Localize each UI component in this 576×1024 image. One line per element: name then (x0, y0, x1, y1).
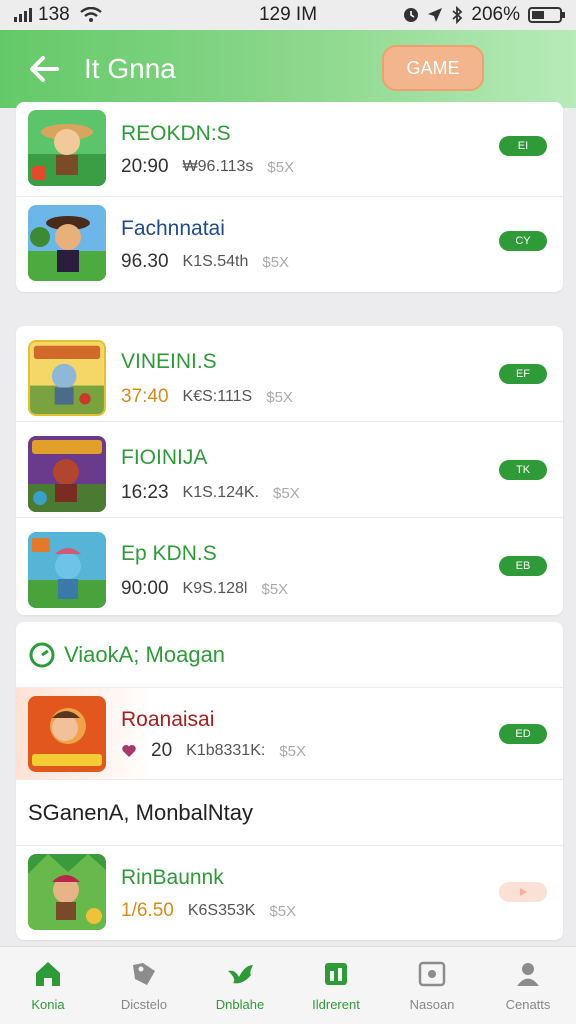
status-badge[interactable]: EB (499, 556, 547, 576)
game-time: 20 (151, 740, 173, 761)
game-price: K9S.128l (182, 580, 248, 597)
game-time: 20:90 (121, 156, 169, 177)
game-thumbnail (28, 854, 106, 930)
back-arrow-icon[interactable] (24, 54, 64, 84)
nav-item-discover[interactable]: Dicstelo (96, 947, 192, 1024)
section-banner: SGanenA, MonbalNtay (16, 780, 563, 846)
nav-item-feed[interactable]: Dnblahe (192, 947, 288, 1024)
game-row[interactable]: REOKDN:S 20:90 ₩96.113s $5X EI (16, 102, 563, 197)
game-row[interactable]: RinBaunnk 1/6.50 K6S353K $5X (16, 846, 563, 940)
clock-circle-icon (29, 642, 55, 667)
nav-label: Nasoan (409, 997, 455, 1012)
section-header: ViaokA; Moagan (16, 622, 563, 688)
nav-item-gallery[interactable]: Nasoan (384, 947, 480, 1024)
nav-item-profile[interactable]: Cenatts (480, 947, 576, 1024)
page-title: It Gnna (84, 53, 176, 84)
game-time: 1/6.50 (121, 900, 174, 921)
carrier-label: 138 (38, 4, 70, 25)
game-time: 96.30 (121, 251, 169, 272)
game-name: REOKDN:S (121, 122, 231, 145)
alarm-icon (404, 8, 419, 22)
nav-item-store[interactable]: Ildrerent (288, 947, 384, 1024)
game-code: $5X (269, 902, 297, 920)
play-badge[interactable] (499, 882, 547, 902)
battery-icon (528, 7, 565, 23)
game-price: ₩96.113s (182, 158, 254, 175)
status-badge[interactable]: CY (499, 231, 547, 251)
featured-game-row[interactable]: Roanaisai 20 K1b8331K: $5X ED (16, 688, 563, 780)
game-thumbnail (28, 205, 106, 281)
game-price: K1b8331K: (186, 742, 266, 759)
game-code: $5X (273, 484, 300, 502)
game-row[interactable]: VINEINI.S 37:40 K€S:111S $5X EF (16, 326, 563, 422)
bluetooth-icon (452, 6, 463, 24)
nav-label: Dicstelo (120, 997, 168, 1012)
tag-icon (133, 963, 155, 985)
status-badge[interactable]: ED (499, 724, 547, 744)
game-time: 37:40 (121, 386, 169, 407)
game-thumbnail (28, 696, 106, 772)
nav-item-home[interactable]: Konia (0, 947, 96, 1024)
game-name: Roanaisai (121, 708, 215, 731)
app-bar: It Gnna GAME (0, 30, 576, 108)
battery-percent: 206% (471, 4, 520, 25)
game-code: $5X (261, 580, 289, 598)
status-badge[interactable]: EI (499, 136, 547, 156)
nav-label: Cenatts (505, 997, 551, 1012)
play-icon (520, 888, 527, 896)
game-row[interactable]: Ep KDN.S 90:00 K9S.128l $5X EB (16, 518, 563, 614)
game-price: K€S:111S (182, 388, 253, 405)
game-price: K6S353K (187, 902, 256, 919)
game-price: K1S.124K. (182, 484, 260, 501)
status-badge[interactable]: TK (499, 460, 547, 480)
game-name: VINEINI.S (121, 350, 217, 373)
game-name: Ep KDN.S (121, 542, 217, 565)
game-button[interactable]: GAME (382, 45, 484, 91)
game-name: FIOINIJA (121, 446, 208, 469)
game-list-card-1: REOKDN:S 20:90 ₩96.113s $5X EI Fachnnatai … (16, 102, 563, 292)
game-thumbnail (28, 532, 106, 608)
nav-label: Konia (31, 997, 65, 1012)
nav-label: Dnblahe (215, 997, 265, 1012)
game-row[interactable]: Fachnnatai 96.30 K1S.54th $5X CY (16, 197, 563, 292)
signal-icon (14, 8, 32, 22)
status-bar: 138 129 IM 206% (0, 0, 576, 30)
game-name: RinBaunnk (121, 866, 224, 889)
section-title: ViaokA; Moagan (64, 641, 226, 667)
nav-label: Ildrerent (312, 997, 360, 1012)
bottom-nav: Konia Dicstelo Dnblahe Ildrerent Nasoan … (0, 946, 576, 1024)
game-code: $5X (267, 158, 295, 176)
game-time: 90:00 (121, 578, 169, 599)
bird-icon (228, 965, 253, 984)
wifi-icon (79, 7, 102, 22)
game-code: $5X (266, 388, 293, 406)
game-list-card-2: VINEINI.S 37:40 K€S:111S $5X EF FIOINIJA 1… (16, 326, 563, 615)
grid-icon (325, 963, 347, 985)
game-thumbnail (28, 436, 106, 512)
home-icon (36, 962, 60, 986)
person-icon (517, 963, 539, 986)
game-code: $5X (262, 253, 290, 271)
game-thumbnail (28, 110, 106, 186)
game-list-card-3: ViaokA; Moagan Roanaisai 20 K1b8331K: $5X … (16, 622, 563, 940)
status-badge[interactable]: EF (499, 364, 547, 384)
game-row[interactable]: FIOINIJA 16:23 K1S.124K. $5X TK (16, 422, 563, 518)
game-time: 16:23 (121, 482, 169, 503)
game-price: K1S.54th (182, 253, 249, 270)
heart-icon (122, 745, 136, 757)
location-icon (428, 8, 443, 22)
game-thumbnail (28, 340, 106, 416)
photo-icon (418, 961, 446, 987)
game-code: $5X (279, 742, 307, 760)
game-name: Fachnnatai (121, 217, 225, 240)
